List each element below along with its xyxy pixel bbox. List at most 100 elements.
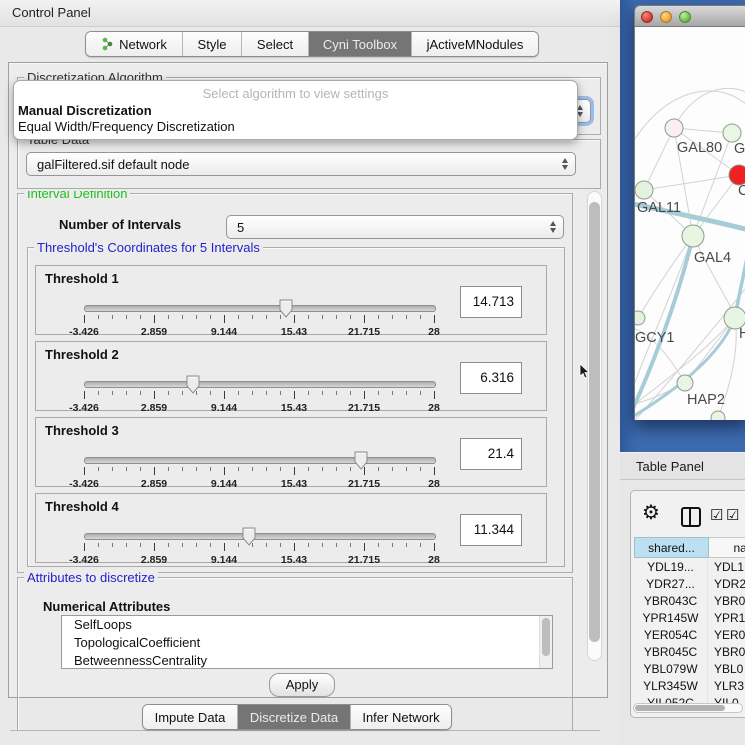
- network-edge-thick[interactable]: [635, 236, 693, 420]
- network-node-gcy1[interactable]: [635, 311, 645, 325]
- node-table-rows[interactable]: YDL19...YDL1YDR27...YDR2YBR043CYBR0YPR14…: [634, 559, 745, 703]
- table-row[interactable]: YDL19...YDL1: [634, 559, 745, 576]
- algorithm-option-manual-discretization[interactable]: Manual Discretization: [18, 103, 152, 118]
- network-window[interactable]: GAL80GACGAL11GAL4GCY1HAPHAP2: [634, 5, 745, 420]
- node-label-gcy1: GCY1: [635, 330, 675, 346]
- cell-shared-name[interactable]: YER054C: [634, 627, 708, 644]
- cell-shared-name[interactable]: YPR145W: [634, 610, 708, 627]
- gear-icon[interactable]: ⚙: [642, 503, 660, 523]
- table-row[interactable]: YLR345WYLR3: [634, 678, 745, 695]
- cell-name[interactable]: YDR2: [708, 576, 745, 593]
- cell-shared-name[interactable]: YBR043C: [634, 593, 708, 610]
- cell-name[interactable]: YIL0: [708, 695, 739, 703]
- table-row[interactable]: YIL052CYIL0: [634, 695, 745, 703]
- network-edge[interactable]: [644, 128, 674, 190]
- cell-shared-name[interactable]: YDL19...: [634, 559, 708, 576]
- cell-name[interactable]: YDL1: [708, 559, 744, 576]
- table-row[interactable]: YER054CYER0: [634, 627, 745, 644]
- slider-track[interactable]: [84, 381, 436, 388]
- slider-track[interactable]: [84, 533, 436, 540]
- slider-ticks: [84, 543, 434, 553]
- apply-button[interactable]: Apply: [269, 673, 335, 697]
- cell-shared-name[interactable]: YDR27...: [634, 576, 708, 593]
- table-row[interactable]: YPR145WYPR1: [634, 610, 745, 627]
- network-edge[interactable]: [644, 175, 739, 190]
- cell-shared-name[interactable]: YLR345W: [634, 678, 708, 695]
- threshold-slider[interactable]: -3.4262.8599.14415.4321.71528: [84, 526, 436, 566]
- tab-network[interactable]: Network: [86, 32, 183, 56]
- table-hscrollbar[interactable]: [633, 703, 743, 713]
- panel-scrollbar[interactable]: [587, 191, 602, 661]
- cell-name[interactable]: YBL0: [708, 661, 743, 678]
- cell-name[interactable]: YER0: [708, 627, 745, 644]
- threshold-value-field[interactable]: 21.4: [460, 438, 522, 470]
- attribute-item-selfloops[interactable]: SelfLoops: [62, 616, 552, 634]
- table-row[interactable]: YBR043CYBR0: [634, 593, 745, 610]
- checkbox-icon[interactable]: ☑: [726, 508, 739, 523]
- panel-scrollbar-thumb[interactable]: [589, 202, 600, 642]
- threshold-3-box: Threshold 3-3.4262.8599.14415.4321.71528…: [35, 417, 547, 487]
- cell-name[interactable]: YPR1: [708, 610, 745, 627]
- network-node-ga[interactable]: [723, 124, 741, 142]
- network-edge[interactable]: [674, 88, 745, 128]
- table-hscrollbar-thumb[interactable]: [635, 705, 725, 711]
- table-row[interactable]: YBL079WYBL0: [634, 661, 745, 678]
- tab-label: Style: [198, 37, 227, 52]
- tab-style[interactable]: Style: [183, 32, 242, 56]
- node-table-panel: ⚙ ☑ ☑ shared... name YDL19...YDL1YDR27..…: [630, 490, 745, 718]
- algorithm-dropdown-popup: Select algorithm to view settings Manual…: [13, 80, 578, 140]
- network-edge[interactable]: [693, 236, 735, 318]
- cell-shared-name[interactable]: YBR045C: [634, 644, 708, 661]
- table-row[interactable]: YBR045CYBR0: [634, 644, 745, 661]
- tab-impute-data[interactable]: Impute Data: [143, 705, 238, 729]
- network-node-gal11[interactable]: [635, 181, 653, 199]
- table-row[interactable]: YDR27...YDR2: [634, 576, 745, 593]
- numerical-attributes-list[interactable]: SelfLoopsTopologicalCoefficientBetweenne…: [61, 615, 553, 669]
- tab-infer-network[interactable]: Infer Network: [351, 705, 451, 729]
- network-node-hap2[interactable]: [677, 375, 693, 391]
- list-scrollbar[interactable]: [539, 616, 552, 668]
- network-edge-thick[interactable]: [735, 225, 745, 318]
- slider-track[interactable]: [84, 457, 436, 464]
- panel-title: Control Panel: [12, 5, 91, 20]
- threshold-slider[interactable]: -3.4262.8599.14415.4321.71528: [84, 374, 436, 414]
- network-node-unlabeled[interactable]: [711, 411, 725, 420]
- zoom-traffic-light-icon[interactable]: [679, 11, 691, 23]
- attribute-item-betweennesscentrality[interactable]: BetweennessCentrality: [62, 652, 552, 669]
- slider-track[interactable]: [84, 305, 436, 312]
- threshold-slider[interactable]: -3.4262.8599.14415.4321.71528: [84, 450, 436, 490]
- slider-ticks: [84, 467, 434, 477]
- tab-jactivemnodules[interactable]: jActiveMNodules: [412, 32, 538, 56]
- table-panel-title: Table Panel: [636, 459, 704, 474]
- network-node-gal80[interactable]: [665, 119, 683, 137]
- threshold-value-field[interactable]: 11.344: [460, 514, 522, 546]
- cell-name[interactable]: YBR0: [708, 644, 745, 661]
- algorithm-option-equal-width-frequency-discretization[interactable]: Equal Width/Frequency Discretization: [18, 119, 235, 134]
- column-header-name[interactable]: name: [709, 537, 745, 558]
- column-layout-icon[interactable]: [681, 507, 701, 527]
- table-data-combobox[interactable]: galFiltered.sif default node: [26, 152, 576, 176]
- tab-cyni-toolbox[interactable]: Cyni Toolbox: [309, 32, 412, 56]
- threshold-slider[interactable]: -3.4262.8599.14415.4321.71528: [84, 298, 436, 338]
- cell-name[interactable]: YBR0: [708, 593, 745, 610]
- network-window-titlebar[interactable]: [634, 5, 745, 27]
- cell-shared-name[interactable]: YIL052C: [634, 695, 708, 703]
- column-header-shared-name[interactable]: shared...: [634, 537, 709, 558]
- close-traffic-light-icon[interactable]: [641, 11, 653, 23]
- num-intervals-combobox[interactable]: 5: [226, 215, 564, 239]
- attribute-item-topologicalcoefficient[interactable]: TopologicalCoefficient: [62, 634, 552, 652]
- network-canvas[interactable]: GAL80GACGAL11GAL4GCY1HAPHAP2: [634, 27, 745, 420]
- minimize-traffic-light-icon[interactable]: [660, 11, 672, 23]
- tab-select[interactable]: Select: [242, 32, 309, 56]
- cell-shared-name[interactable]: YBL079W: [634, 661, 708, 678]
- network-node-c[interactable]: [729, 165, 745, 185]
- scroll-content: Interval Definition Number of Intervals …: [10, 191, 600, 731]
- cell-name[interactable]: YLR3: [708, 678, 744, 695]
- tab-discretize-data[interactable]: Discretize Data: [238, 705, 351, 729]
- threshold-value-field[interactable]: 6.316: [460, 362, 522, 394]
- table-data-group: Table Data galFiltered.sif default node: [17, 139, 601, 189]
- checkbox-icon[interactable]: ☑: [710, 508, 723, 523]
- network-node-gal4[interactable]: [682, 225, 704, 247]
- threshold-value-field[interactable]: 14.713: [460, 286, 522, 318]
- tab-label: Infer Network: [362, 710, 439, 725]
